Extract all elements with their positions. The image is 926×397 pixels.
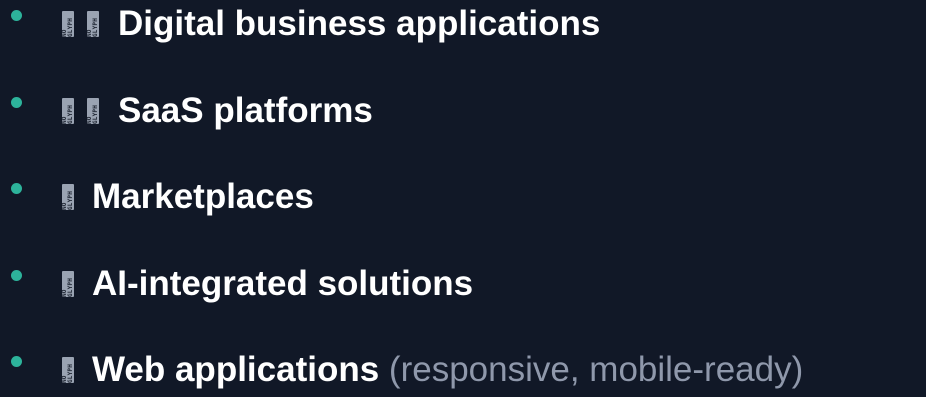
bullet-dot-icon xyxy=(11,356,22,367)
missing-glyph-group: NO GLYPH xyxy=(62,182,87,212)
missing-glyph-icon: NO GLYPH xyxy=(62,11,74,37)
list-item-text: Web applications (responsive, mobile-rea… xyxy=(92,350,803,390)
missing-glyph-icon: NO GLYPH xyxy=(87,98,99,124)
list-item-label: Web applications xyxy=(92,350,380,389)
missing-glyph-icon: NO GLYPH xyxy=(62,98,74,124)
list-item-note: (responsive, mobile-ready) xyxy=(388,350,804,389)
missing-glyph-icon: NO GLYPH xyxy=(62,357,74,383)
bullet-dot-icon xyxy=(11,183,22,194)
bullet-dot-icon xyxy=(11,270,22,281)
missing-glyph-group: NO GLYPH xyxy=(62,355,87,385)
bullet-dot-icon xyxy=(11,97,22,108)
list-item: NO GLYPH NO GLYPH SaaS platforms xyxy=(0,87,926,135)
missing-glyph-icon: NO GLYPH xyxy=(62,271,74,297)
missing-glyph-icon: NO GLYPH xyxy=(62,184,74,210)
missing-glyph-icon: NO GLYPH xyxy=(87,11,99,37)
list-item: NO GLYPH NO GLYPH Digital business appli… xyxy=(0,0,926,48)
missing-glyph-group: NO GLYPH NO GLYPH xyxy=(62,9,112,39)
list-item: NO GLYPH AI-integrated solutions xyxy=(0,260,926,308)
list-item-label: Marketplaces xyxy=(92,177,314,216)
list-item-label: AI-integrated solutions xyxy=(92,264,474,303)
list-item: NO GLYPH Marketplaces xyxy=(0,173,926,221)
list-item: NO GLYPH Web applications (responsive, m… xyxy=(0,346,926,394)
missing-glyph-group: NO GLYPH xyxy=(62,269,87,299)
missing-glyph-group: NO GLYPH NO GLYPH xyxy=(62,96,112,126)
list-item-label: Digital business applications xyxy=(118,4,601,43)
feature-list: NO GLYPH NO GLYPH Digital business appli… xyxy=(0,0,926,397)
list-item-label: SaaS platforms xyxy=(118,91,373,130)
bullet-dot-icon xyxy=(11,10,22,21)
